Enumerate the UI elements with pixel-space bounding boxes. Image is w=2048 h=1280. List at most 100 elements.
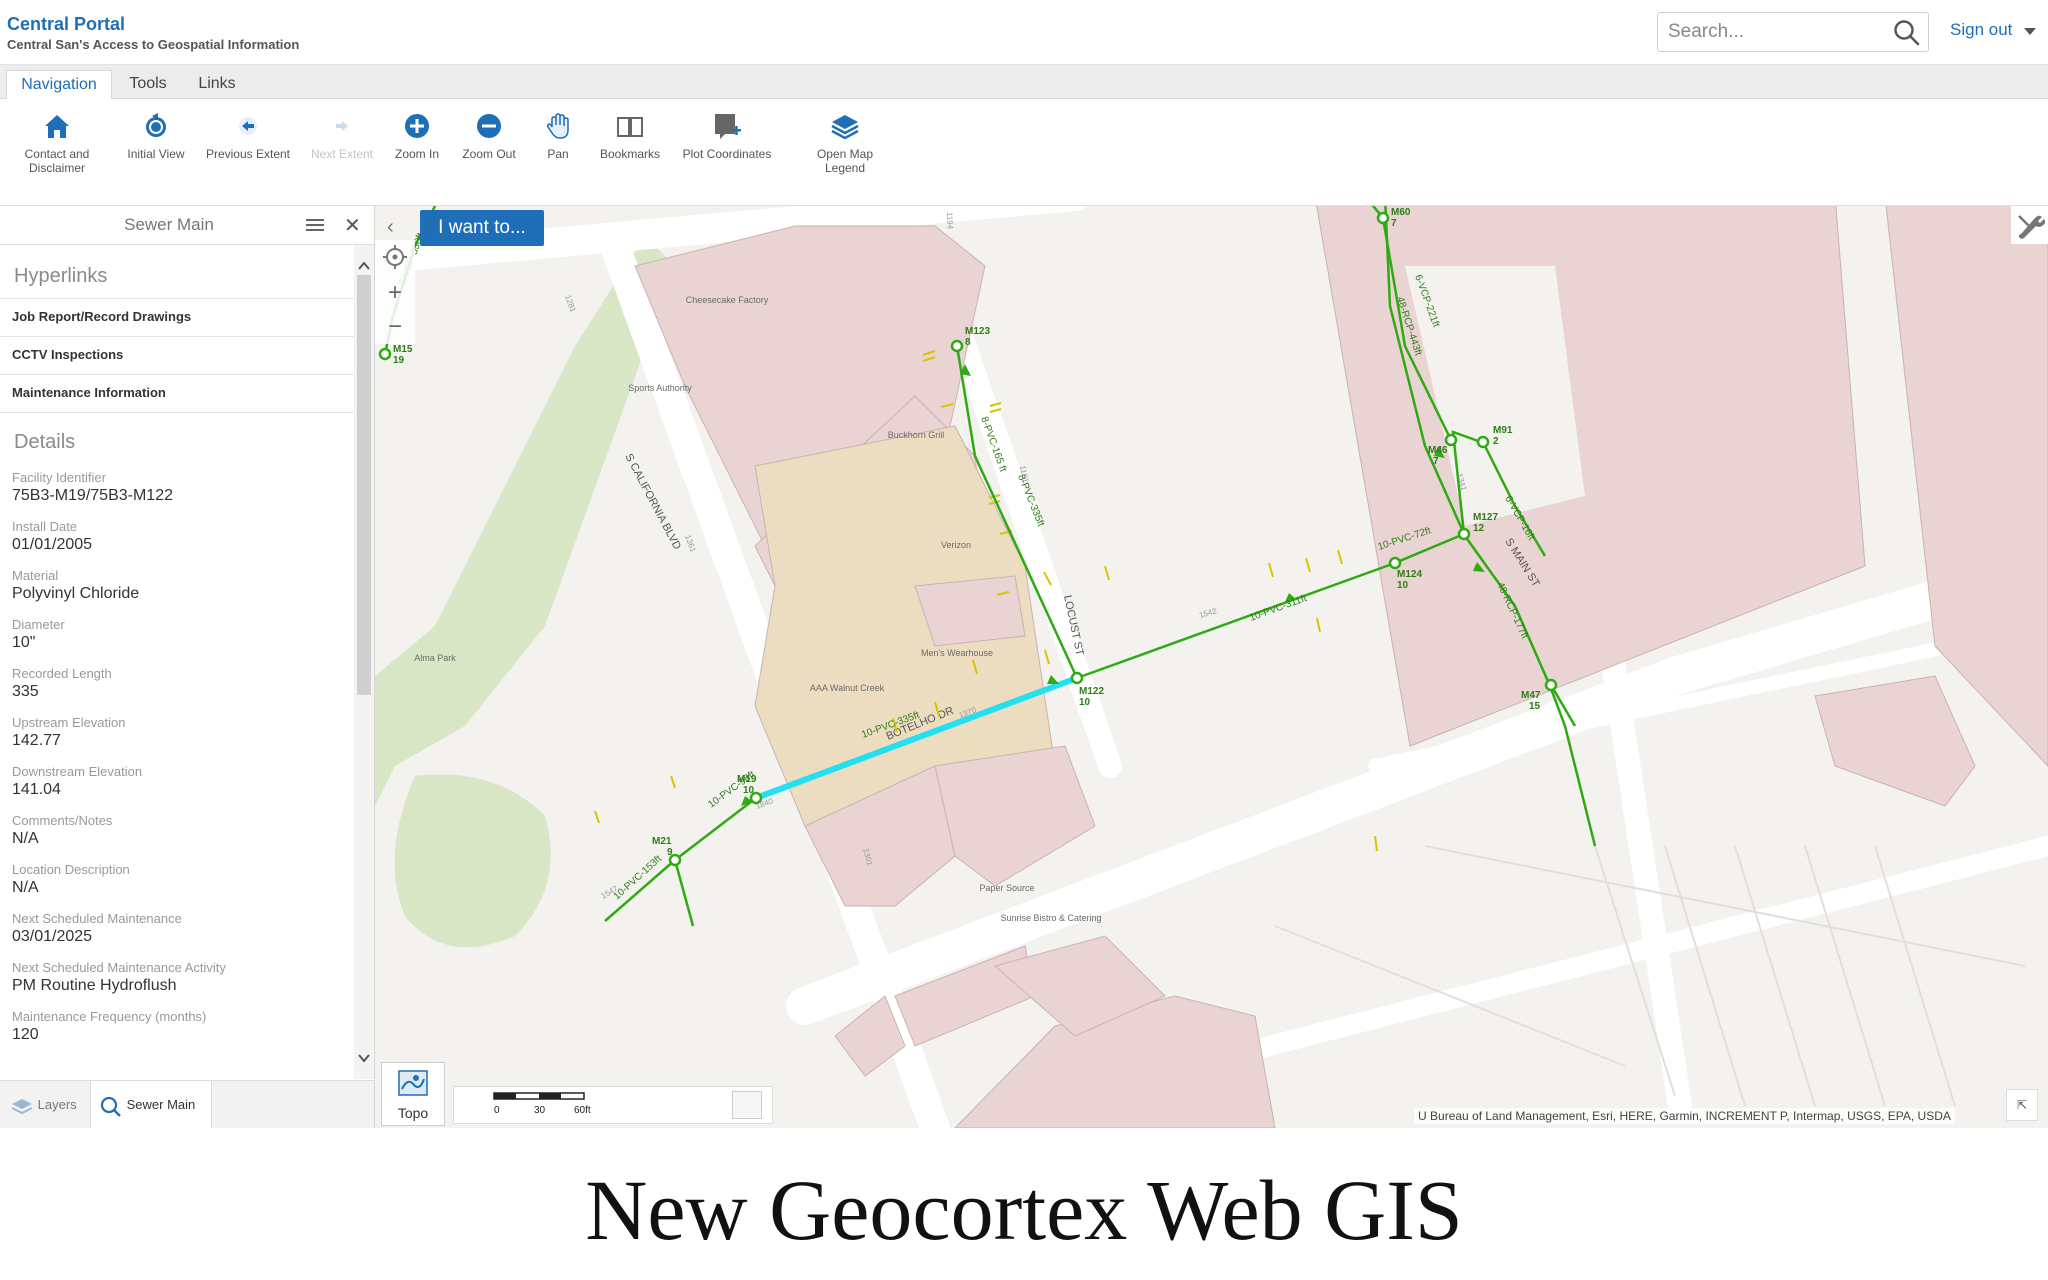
mh-label-m122-num: 10 bbox=[1079, 697, 1091, 708]
detail-comments-label: Comments/Notes bbox=[12, 813, 113, 828]
detail-next-maint-label: Next Scheduled Maintenance bbox=[12, 911, 182, 926]
menu-icon[interactable] bbox=[306, 217, 324, 233]
tab-links[interactable]: Links bbox=[190, 70, 244, 98]
next-extent-button[interactable]: Next Extent bbox=[304, 99, 380, 161]
mens-wearhouse-building bbox=[934, 745, 1096, 887]
hyperlink-maintenance[interactable]: Maintenance Information bbox=[0, 374, 354, 413]
layers-tab[interactable]: Layers bbox=[10, 1081, 86, 1128]
pipe-label-10pvc311: 10-PVC-311ft bbox=[1248, 593, 1308, 624]
chevron-down-icon[interactable] bbox=[2024, 28, 2036, 35]
mh-label-m47-id: M47 bbox=[1521, 690, 1541, 701]
attribution-prefix: U bbox=[1418, 1109, 1427, 1123]
basemap-switcher[interactable]: Topo bbox=[381, 1062, 445, 1126]
zoom-in-label: Zoom In bbox=[394, 147, 439, 161]
mh-label-m46-id: M46 bbox=[1428, 445, 1448, 456]
detail-activity-value: PM Routine Hydroflush bbox=[12, 977, 177, 994]
panel-content[interactable]: Hyperlinks Job Report/Record Drawings CC… bbox=[0, 245, 354, 1079]
detail-activity-label: Next Scheduled Maintenance Activity bbox=[12, 960, 226, 975]
map-view[interactable]: Cheesecake Factory Sports Authority Buck… bbox=[375, 206, 2048, 1128]
address-1542: 1542 bbox=[1198, 606, 1218, 620]
mh-label-m127-id: M127 bbox=[1473, 512, 1498, 523]
mh-label-m127-num: 12 bbox=[1473, 523, 1485, 534]
zoom-out-label: Zoom Out bbox=[462, 147, 516, 161]
mh-label-m46-num: 7 bbox=[1433, 456, 1439, 467]
initial-view-button[interactable]: Initial View bbox=[118, 99, 194, 161]
mh-label-m123-num: 8 bbox=[965, 337, 971, 348]
topo-map-icon bbox=[398, 1070, 428, 1096]
scale-tick-0: 0 bbox=[494, 1105, 500, 1116]
detail-install-date-value: 01/01/2005 bbox=[12, 536, 93, 553]
arrow-right-icon bbox=[336, 121, 348, 131]
i-want-to-button[interactable]: I want to... bbox=[420, 210, 544, 246]
panel-scrollbar[interactable] bbox=[354, 245, 374, 1079]
mh-label-m91-id: M91 bbox=[1493, 425, 1513, 436]
poi-paper-source: Paper Source bbox=[979, 883, 1034, 893]
mh-label-m15-id: M15 bbox=[393, 344, 413, 355]
plot-coordinates-button[interactable]: Plot Coordinates bbox=[678, 99, 776, 161]
mh-label-m21-num: 9 bbox=[667, 847, 673, 858]
previous-extent-button[interactable]: Previous Extent bbox=[200, 99, 296, 161]
collapse-attribution-icon[interactable]: ⇱ bbox=[2006, 1089, 2038, 1121]
pipe-m21-down bbox=[673, 859, 695, 927]
hyperlink-cctv[interactable]: CCTV Inspections bbox=[0, 336, 354, 374]
detail-downstream-label: Downstream Elevation bbox=[12, 764, 143, 779]
mh-label-m19-id: M19 bbox=[737, 774, 757, 785]
scrollbar-thumb[interactable] bbox=[357, 275, 371, 695]
tab-navigation[interactable]: Navigation bbox=[6, 70, 112, 100]
search-input[interactable] bbox=[1658, 13, 1890, 51]
pan-label: Pan bbox=[547, 147, 569, 161]
ribbon-tabs: Navigation Tools Links bbox=[0, 65, 2048, 100]
sign-out-link[interactable]: Sign out bbox=[1950, 20, 2012, 40]
slide-caption: New Geocortex Web GIS bbox=[585, 1162, 1463, 1258]
mh-label-m91-num: 2 bbox=[1493, 436, 1499, 447]
poi-sports-authority: Sports Authority bbox=[628, 383, 692, 393]
contact-disclaimer-button[interactable]: Contact and Disclaimer bbox=[14, 99, 100, 175]
minus-circle-icon bbox=[477, 114, 501, 138]
previous-extent-label: Previous Extent bbox=[205, 147, 291, 161]
app-title[interactable]: Central Portal bbox=[7, 14, 125, 35]
detail-length-value: 335 bbox=[12, 683, 39, 700]
manhole-m60 bbox=[1376, 211, 1390, 225]
scale-toggle-icon[interactable] bbox=[732, 1091, 762, 1119]
locate-icon[interactable] bbox=[375, 240, 415, 274]
sewer-main-tab[interactable]: Sewer Main bbox=[90, 1081, 212, 1128]
detail-length-label: Recorded Length bbox=[12, 666, 112, 681]
search-icon[interactable] bbox=[1892, 18, 1922, 46]
map-zoom-in-icon[interactable]: + bbox=[375, 276, 415, 310]
map-zoom-out-icon[interactable]: − bbox=[375, 310, 415, 344]
poi-mens-wearhouse: Men's Wearhouse bbox=[921, 648, 993, 658]
poi-sunrise: Sunrise Bistro & Catering bbox=[1000, 913, 1101, 923]
tab-tools[interactable]: Tools bbox=[118, 70, 178, 98]
bookmarks-button[interactable]: Bookmarks bbox=[594, 99, 666, 161]
poi-verizon: Verizon bbox=[941, 540, 971, 550]
manhole-m91 bbox=[1476, 435, 1490, 449]
chevron-left-icon[interactable]: ‹ bbox=[387, 216, 394, 239]
poi-buckhorn: Buckhorn Grill bbox=[888, 430, 945, 440]
zoom-out-button[interactable]: Zoom Out bbox=[456, 99, 522, 161]
detail-facility-label: Facility Identifier bbox=[12, 470, 106, 485]
home-icon bbox=[45, 115, 69, 138]
pan-button[interactable]: Pan bbox=[532, 99, 584, 161]
details-heading: Details bbox=[14, 431, 76, 453]
mh-label-m60-num: 7 bbox=[1391, 218, 1397, 229]
detail-diameter-label: Diameter bbox=[12, 617, 65, 632]
detail-comments-value: N/A bbox=[12, 830, 39, 847]
street-california: S CALIFORNIA BLVD bbox=[622, 452, 683, 552]
map-attribution: U Bureau of Land Management, Esri, HERE,… bbox=[1414, 1108, 1955, 1124]
arrow-left-icon bbox=[239, 117, 257, 135]
close-icon[interactable]: ✕ bbox=[344, 213, 361, 238]
layers-tab-label: Layers bbox=[37, 1097, 77, 1112]
scale-bar: 0 30 60ft bbox=[453, 1086, 773, 1124]
mh-label-m123-id: M123 bbox=[965, 326, 990, 337]
manhole-m127 bbox=[1457, 527, 1471, 541]
panel-title: Sewer Main bbox=[124, 215, 214, 234]
legend-label-line2: Legend bbox=[824, 161, 866, 175]
manhole-m123 bbox=[950, 339, 964, 353]
detail-downstream-value: 141.04 bbox=[12, 781, 61, 798]
hyperlink-job-report[interactable]: Job Report/Record Drawings bbox=[0, 298, 354, 336]
open-legend-button[interactable]: Open Map Legend bbox=[800, 99, 890, 175]
detail-material-value: Polyvinyl Chloride bbox=[12, 585, 140, 602]
wrench-icon[interactable] bbox=[2011, 206, 2048, 244]
zoom-in-button[interactable]: Zoom In bbox=[388, 99, 446, 161]
manhole-m122 bbox=[1070, 671, 1084, 685]
